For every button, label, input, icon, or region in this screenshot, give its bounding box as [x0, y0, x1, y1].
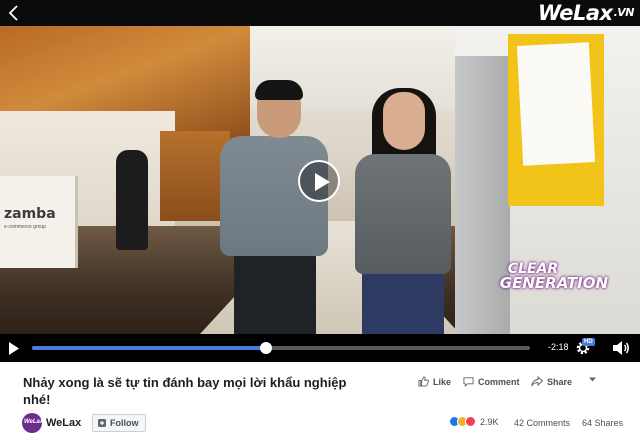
desk-logo: zamba [4, 206, 56, 222]
follow-icon [98, 419, 106, 427]
wall-poster [508, 34, 604, 206]
reaction-count: 2.9K [480, 416, 499, 427]
follow-button[interactable]: Follow [92, 414, 146, 432]
post-info: Nhảy xong là sẽ tự tin đánh bay mọi lời … [0, 362, 640, 445]
seek-bar-handle[interactable] [260, 342, 273, 354]
comment-bubble-icon [463, 377, 474, 387]
shares-count[interactable]: 64 Shares [582, 418, 623, 428]
seek-bar[interactable] [32, 342, 530, 354]
poster-card [516, 42, 596, 166]
video-player[interactable]: WeLax.VN zamba e-commerce group CLEAR GE… [0, 0, 640, 362]
dancer-left-legs [234, 252, 316, 334]
dancer-right-head [383, 92, 425, 150]
comment-button[interactable]: Comment [463, 376, 520, 387]
back-icon[interactable] [6, 4, 22, 22]
dancer-left-hair [255, 80, 303, 100]
video-post: WeLax.VN zamba e-commerce group CLEAR GE… [0, 0, 640, 445]
player-controls: -2:18 HD [0, 334, 640, 362]
seek-bar-progress [32, 346, 267, 350]
post-title: Nhảy xong là sẽ tự tin đánh bay mọi lời … [23, 375, 347, 407]
share-label: Share [547, 376, 573, 387]
like-button[interactable]: Like [418, 376, 451, 387]
overlay-line-2: GENERATION [499, 274, 608, 292]
share-arrow-icon [531, 376, 543, 387]
like-label: Like [433, 376, 452, 387]
comment-label: Comment [478, 376, 520, 387]
follow-label: Follow [110, 418, 139, 428]
page-name[interactable]: WeLax [46, 417, 81, 429]
reaction-summary[interactable]: 2.9K [449, 416, 499, 427]
dancer-right-torso [355, 154, 451, 274]
love-reaction-icon [465, 416, 476, 427]
like-thumb-icon [418, 376, 429, 387]
desk-logo-sub: e-commerce group [4, 224, 46, 230]
page-avatar[interactable]: WeLax [22, 413, 44, 433]
volume-icon[interactable] [612, 340, 630, 356]
background-person [116, 150, 148, 250]
play-icon[interactable] [8, 342, 20, 355]
more-caret-icon [589, 377, 596, 382]
share-button[interactable]: Share [531, 376, 572, 387]
more-options-button[interactable] [588, 375, 597, 384]
avatar-logo-text: WeLax [24, 419, 44, 425]
play-icon [315, 173, 330, 191]
brand-main: WeLax [537, 1, 613, 25]
center-play-button[interactable] [298, 160, 340, 202]
clear-generation-logo: CLEAR GENERATION [499, 262, 608, 292]
brand-suffix: .VN [613, 6, 635, 19]
hd-badge: HD [582, 338, 595, 346]
dancer-right-legs [362, 272, 444, 334]
player-top-bar: WeLax.VN [0, 0, 640, 26]
brand-watermark: WeLax.VN [537, 1, 635, 25]
comments-count[interactable]: 42 Comments [514, 418, 570, 428]
door [455, 56, 510, 334]
reception-desk: zamba e-commerce group [0, 176, 78, 268]
time-remaining: -2:18 [548, 342, 569, 352]
